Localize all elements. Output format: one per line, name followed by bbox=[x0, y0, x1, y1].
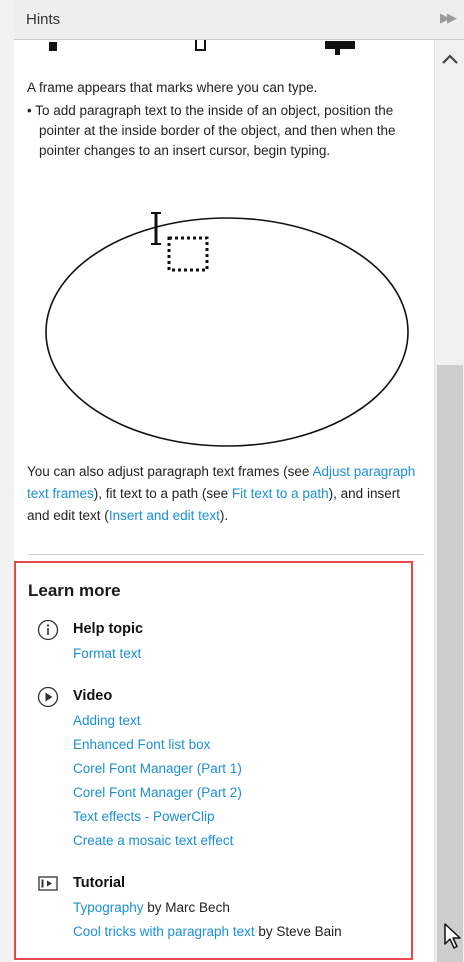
video-link[interactable]: Corel Font Manager (Part 1) bbox=[73, 761, 242, 776]
tutorial-heading: Tutorial bbox=[73, 875, 126, 891]
help-topic-heading: Help topic bbox=[73, 621, 144, 637]
tutorial-item: Cool tricks with paragraph text by Steve… bbox=[73, 924, 342, 939]
tutorial-item: Typography by Marc Bech bbox=[73, 900, 230, 915]
double-chevron-right-icon[interactable]: ▶▶ bbox=[440, 10, 457, 26]
video-heading: Video bbox=[73, 688, 113, 704]
hint-related-links: You can also adjust paragraph text frame… bbox=[27, 464, 416, 523]
tutorial-link-cool-tricks[interactable]: Cool tricks with paragraph text bbox=[73, 924, 255, 939]
learn-more-title: Learn more bbox=[28, 581, 121, 600]
vertical-scrollbar[interactable] bbox=[434, 40, 464, 962]
learn-more-section: Learn more Help topic Format text Video … bbox=[14, 561, 413, 960]
tutorial-link-typography[interactable]: Typography bbox=[73, 900, 144, 915]
video-link[interactable]: Corel Font Manager (Part 2) bbox=[73, 785, 242, 800]
text-tool-icon-stem bbox=[335, 49, 340, 55]
link-fit-text-to-path[interactable]: Fit text to a path bbox=[232, 486, 329, 501]
mouse-pointer-icon bbox=[444, 923, 461, 949]
info-icon bbox=[37, 619, 59, 641]
divider bbox=[28, 554, 424, 555]
panel-title: Hints bbox=[26, 11, 61, 28]
frame-icon bbox=[195, 40, 206, 51]
ellipse-insert-illustration bbox=[45, 212, 409, 447]
left-panel-edge bbox=[0, 0, 15, 962]
tutorial-icon bbox=[38, 876, 58, 891]
hint-bullet: • To add paragraph text to the inside of… bbox=[27, 103, 396, 158]
toolbar-icons-strip bbox=[14, 40, 434, 58]
hint-intro: A frame appears that marks where you can… bbox=[27, 80, 318, 95]
hints-content: A frame appears that marks where you can… bbox=[14, 40, 434, 962]
video-link[interactable]: Text effects - PowerClip bbox=[73, 809, 215, 824]
square-filled-icon bbox=[49, 42, 57, 51]
video-link[interactable]: Adding text bbox=[73, 713, 141, 728]
scrollbar-thumb[interactable] bbox=[437, 365, 463, 962]
chevron-up-icon[interactable] bbox=[440, 52, 460, 66]
play-icon bbox=[37, 686, 59, 708]
help-topic-link[interactable]: Format text bbox=[73, 646, 141, 661]
link-insert-edit-text[interactable]: Insert and edit text bbox=[109, 508, 220, 523]
hints-panel-header: Hints ▶▶ bbox=[14, 0, 464, 40]
text-tool-icon bbox=[325, 41, 355, 49]
video-link[interactable]: Create a mosaic text effect bbox=[73, 833, 233, 848]
video-link[interactable]: Enhanced Font list box bbox=[73, 737, 210, 752]
